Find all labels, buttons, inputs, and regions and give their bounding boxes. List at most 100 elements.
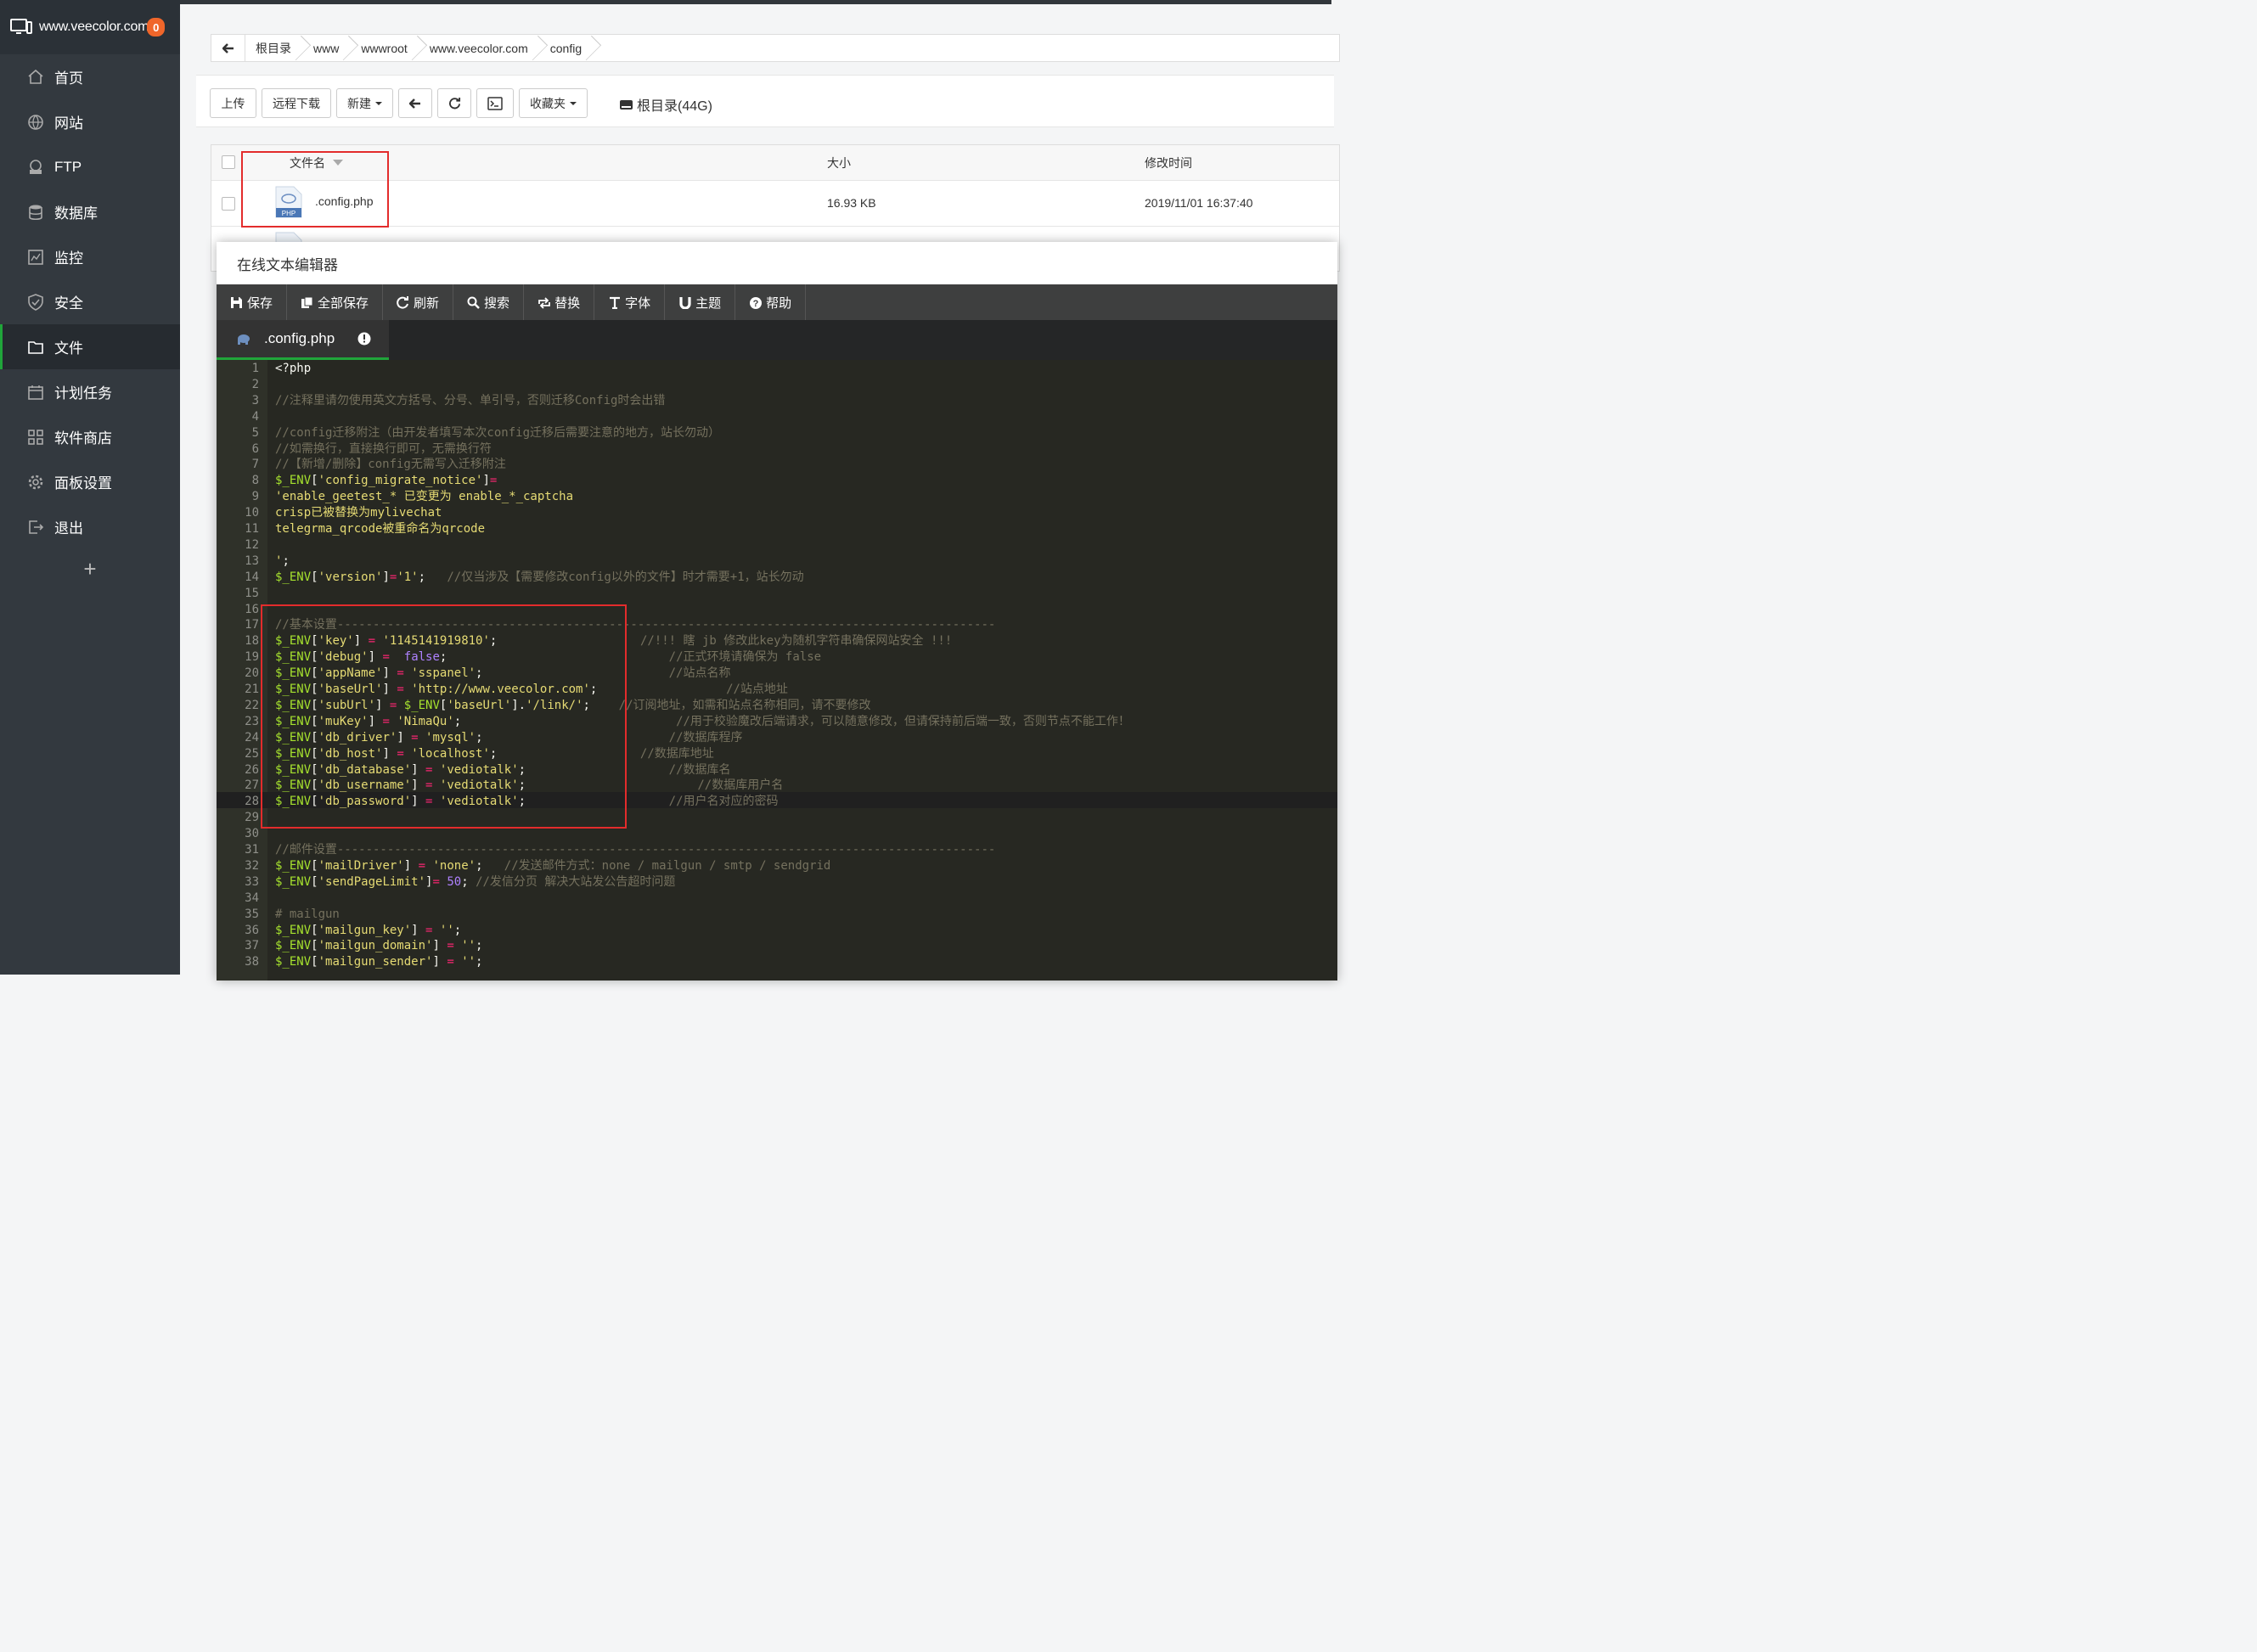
add-nav-button[interactable]: + [0, 556, 180, 582]
sidebar-item-2[interactable]: FTP [0, 144, 180, 189]
code-line: 31 //邮件设置--------------------------------… [217, 842, 1337, 858]
remote-download-button[interactable]: 远程下载 [262, 88, 331, 118]
line-number: 10 [245, 506, 259, 520]
save-button[interactable]: 保存 [217, 284, 288, 320]
replace-button[interactable]: 替换 [524, 284, 595, 320]
refresh-button[interactable]: 刷新 [383, 284, 454, 320]
sidebar-item-0[interactable]: 首页 [0, 54, 180, 99]
search-button[interactable]: 搜索 [453, 284, 525, 320]
theme-button[interactable]: 主题 [665, 284, 736, 320]
line-number: 12 [245, 537, 259, 552]
line-number: 20 [245, 666, 259, 681]
disk-info[interactable]: 根目录(44G) [619, 94, 712, 115]
save-icon [231, 296, 242, 308]
sidebar-item-9[interactable]: 面板设置 [0, 459, 180, 504]
code-line: 38 $_ENV['mailgun_sender'] = ''; [217, 954, 1337, 970]
back-dir-button[interactable] [398, 88, 432, 118]
database-icon [27, 204, 44, 221]
line-text: //如需换行，直接换行即可，无需换行符 [275, 441, 492, 456]
sidebar-item-label: 退出 [54, 520, 83, 537]
highlight-box-file [241, 151, 389, 228]
notification-badge[interactable]: 0 [147, 18, 166, 37]
line-text: $_ENV['version']='1'; //仅当涉及【需要修改config以… [275, 570, 804, 584]
new-button[interactable]: 新建 [336, 88, 393, 118]
favorites-button[interactable]: 收藏夹 [519, 88, 588, 118]
tab-config-php[interactable]: .config.php [217, 320, 389, 360]
line-number: 3 [251, 393, 259, 407]
code-line: 1 <?php [217, 361, 1337, 377]
code-line: 3 //注释里请勿使用英文方括号、分号、单引号，否则迁移Config时会出错 [217, 393, 1337, 409]
breadcrumb-item[interactable]: wwwroot [351, 35, 419, 61]
sidebar-item-10[interactable]: 退出 [0, 504, 180, 549]
upload-button[interactable]: 上传 [210, 88, 256, 118]
sidebar: www.veecolor.com 0 首页 网站 FTP 数据库监控安全文件 计划任务软… [0, 0, 180, 975]
refresh-icon [448, 97, 460, 110]
toolbar-label: 主题 [695, 295, 722, 311]
tab-label: .config.php [264, 330, 335, 346]
line-number: 8 [251, 474, 259, 488]
sidebar-item-label: 数据库 [54, 205, 98, 222]
sidebar-item-5[interactable]: 安全 [0, 279, 180, 324]
code-line: 15 [217, 586, 1337, 602]
code-line: 33 $_ENV['sendPageLimit']= 50; //发信分页 解决大… [217, 874, 1337, 891]
info-circle-icon[interactable] [357, 332, 371, 346]
top-strip [180, 0, 1331, 4]
gear-icon [27, 474, 44, 491]
line-number: 16 [245, 602, 259, 616]
line-number: 27 [245, 778, 259, 793]
line-number: 5 [251, 425, 259, 440]
line-text: $_ENV['mailgun_domain'] = ''; [275, 939, 483, 953]
sidebar-item-3[interactable]: 数据库 [0, 189, 180, 234]
shield-icon [27, 293, 44, 311]
file-size: 16.93 KB [827, 196, 876, 210]
code-line: 9 'enable_geetest_* 已变更为 enable_*_captcha [217, 489, 1337, 505]
line-number: 19 [245, 650, 259, 665]
font-icon [610, 296, 621, 309]
refresh-icon [397, 295, 409, 309]
sidebar-item-label: 安全 [54, 295, 83, 312]
sidebar-item-4[interactable]: 监控 [0, 234, 180, 279]
font-button[interactable]: 字体 [594, 284, 666, 320]
site-name[interactable]: www.veecolor.com [39, 20, 149, 35]
hdd-icon [620, 99, 633, 110]
line-number: 17 [245, 618, 259, 632]
select-all-checkbox[interactable] [222, 155, 235, 169]
line-text: $_ENV['mailgun_key'] = ''; [275, 923, 462, 937]
toolbar-label: 字体 [625, 295, 651, 311]
folder-icon [27, 339, 44, 356]
line-text: //邮件设置----------------------------------… [275, 843, 996, 857]
breadcrumb-item[interactable]: config [540, 35, 594, 61]
row-checkbox[interactable] [222, 197, 235, 211]
line-number: 21 [245, 683, 259, 696]
computer-icon [10, 19, 32, 34]
code-line: 4 [217, 409, 1337, 425]
sidebar-item-7[interactable]: 计划任务 [0, 369, 180, 414]
line-number: 35 [245, 907, 259, 921]
logout-icon [27, 519, 44, 536]
refresh-button[interactable] [437, 88, 471, 118]
terminal-button[interactable] [476, 88, 514, 118]
code-line: 6 //如需换行，直接换行即可，无需换行符 [217, 441, 1337, 458]
search-icon [467, 296, 480, 309]
replace-icon [538, 296, 550, 309]
breadcrumb-item[interactable]: www [303, 35, 351, 61]
line-text: # mailgun [275, 907, 340, 921]
line-number: 33 [245, 874, 259, 889]
sidebar-item-8[interactable]: 软件商店 [0, 414, 180, 459]
line-number: 7 [251, 458, 259, 472]
help-button[interactable]: ? 帮助 [735, 284, 807, 320]
editor-tabbar: .config.php [217, 320, 1337, 360]
line-text: '; [275, 553, 290, 568]
save-all-button[interactable]: 全部保存 [287, 284, 384, 320]
col-size[interactable]: 大小 [827, 155, 851, 171]
caret-down-icon [570, 101, 577, 105]
sidebar-item-1[interactable]: 网站 [0, 99, 180, 144]
col-mtime[interactable]: 修改时间 [1145, 155, 1192, 171]
breadcrumb-item[interactable]: 根目录 [245, 35, 303, 61]
code-line: 7 //【新增/删除】config无需写入迁移附注 [217, 457, 1337, 473]
line-number: 24 [245, 730, 259, 745]
sidebar-item-6[interactable]: 文件 [0, 324, 180, 369]
sidebar-header: www.veecolor.com 0 [0, 0, 180, 54]
breadcrumb-item[interactable]: www.veecolor.com [419, 35, 540, 61]
back-button[interactable] [211, 35, 245, 61]
